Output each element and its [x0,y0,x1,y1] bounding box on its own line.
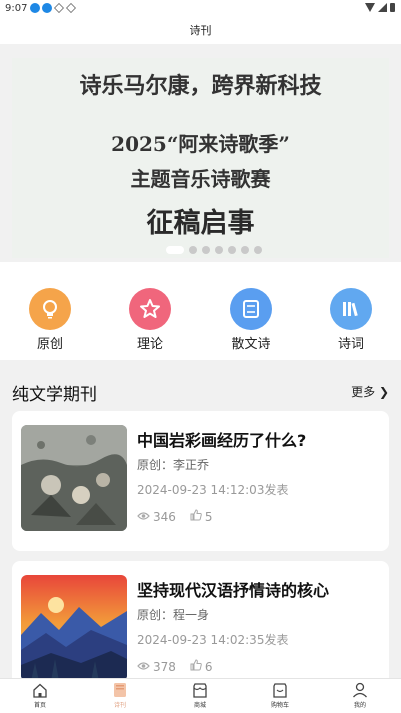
carousel-dot[interactable] [241,246,249,254]
tab-label: 购物车 [270,702,289,709]
page-title: 诗刊 [0,18,401,44]
article-author: 原创：李正乔 [137,458,210,472]
tab-journal[interactable]: 诗刊 [95,682,145,709]
more-button[interactable]: 更多 ❯ [351,383,389,400]
home-icon [15,682,65,698]
carousel-dot[interactable] [202,246,210,254]
article-title: 中国岩彩画经历了什么? [137,431,307,450]
article-stats: 378 6 [137,659,213,674]
tab-profile[interactable]: 我的 [335,682,385,709]
section-header: 纯文学期刊 更多 ❯ [0,372,401,408]
article-stats: 346 5 [137,509,213,524]
tab-home[interactable]: 首页 [15,682,65,709]
cart-icon [255,682,305,698]
views-count: 346 [153,509,176,524]
journal-icon [95,682,145,698]
category-theory[interactable]: 理论 [120,288,180,352]
article-thumbnail [21,575,127,681]
carousel-dot[interactable] [189,246,197,254]
eye-icon [137,660,150,674]
books-icon [330,288,372,330]
category-label: 诗词 [337,337,364,352]
article-date: 2024-09-23 14:02:35发表 [137,633,289,647]
eye-icon [137,510,150,524]
thumbs-up-icon [190,659,202,674]
category-classical-poetry[interactable]: 诗词 [321,288,381,352]
article-author: 原创：程一身 [137,608,210,622]
carousel-indicator[interactable] [166,246,262,254]
banner-line-3: 主题音乐诗歌赛 [130,167,271,191]
category-label: 理论 [136,337,163,352]
views-count: 378 [153,659,176,674]
likes-stat[interactable]: 5 [190,509,213,524]
tab-label: 首页 [33,702,46,709]
notification-app-icon-2 [42,3,52,13]
shop-icon [175,682,225,698]
status-bar: 9:07 [0,0,401,18]
carousel-dot[interactable] [228,246,236,254]
article-title: 坚持现代汉语抒情诗的核心 [137,581,330,600]
article-thumbnail [21,425,127,531]
banner-line-1: 诗乐马尔康，跨界新科技 [79,74,322,99]
carousel-dot[interactable] [215,246,223,254]
likes-count: 5 [204,509,213,524]
category-label: 散文诗 [231,337,271,352]
bottom-tab-bar: 首页 诗刊 商城 购物车 我的 [0,678,401,713]
likes-count: 6 [204,659,213,674]
category-label: 原创 [36,337,63,352]
banner-line-4: 征稿启事 [146,208,255,239]
status-time: 9:07 [5,3,28,14]
views-stat: 378 [137,660,176,674]
more-label: 更多 [351,385,376,399]
thumbs-up-icon [190,509,202,524]
section-title: 纯文学期刊 [12,385,97,405]
document-icon [230,288,272,330]
category-original[interactable]: 原创 [20,288,80,352]
battery-icon [390,3,395,12]
lightbulb-icon [29,288,71,330]
notification-cube-icon [54,3,64,13]
banner-line-2: 2025“阿来诗歌季” [111,132,290,156]
tab-shop[interactable]: 商城 [175,682,225,709]
carousel-dot-active[interactable] [166,246,184,254]
notification-cube-icon-2 [66,3,76,13]
wifi-icon [365,3,375,12]
notification-app-icon [30,3,40,13]
article-date: 2024-09-23 14:12:03发表 [137,483,289,497]
tab-cart[interactable]: 购物车 [255,682,305,709]
likes-stat[interactable]: 6 [190,659,213,674]
category-prose-poetry[interactable]: 散文诗 [221,288,281,352]
tab-label: 商城 [193,702,206,709]
profile-icon [335,682,385,698]
category-row: 原创 理论 散文诗 诗词 [0,262,401,360]
tab-label: 我的 [353,702,366,709]
star-icon [129,288,171,330]
notification-icons [30,3,76,13]
carousel-dot[interactable] [254,246,262,254]
views-stat: 346 [137,510,176,524]
chevron-right-icon: ❯ [378,385,389,399]
article-card[interactable]: 中国岩彩画经历了什么? 原创：李正乔 2024-09-23 14:12:03发表… [12,411,389,551]
tab-label: 诗刊 [113,702,126,709]
banner-carousel[interactable]: 诗乐马尔康，跨界新科技 2025“阿来诗歌季” 主题音乐诗歌赛 征稿启事 [12,58,389,258]
signal-icon [378,3,387,12]
